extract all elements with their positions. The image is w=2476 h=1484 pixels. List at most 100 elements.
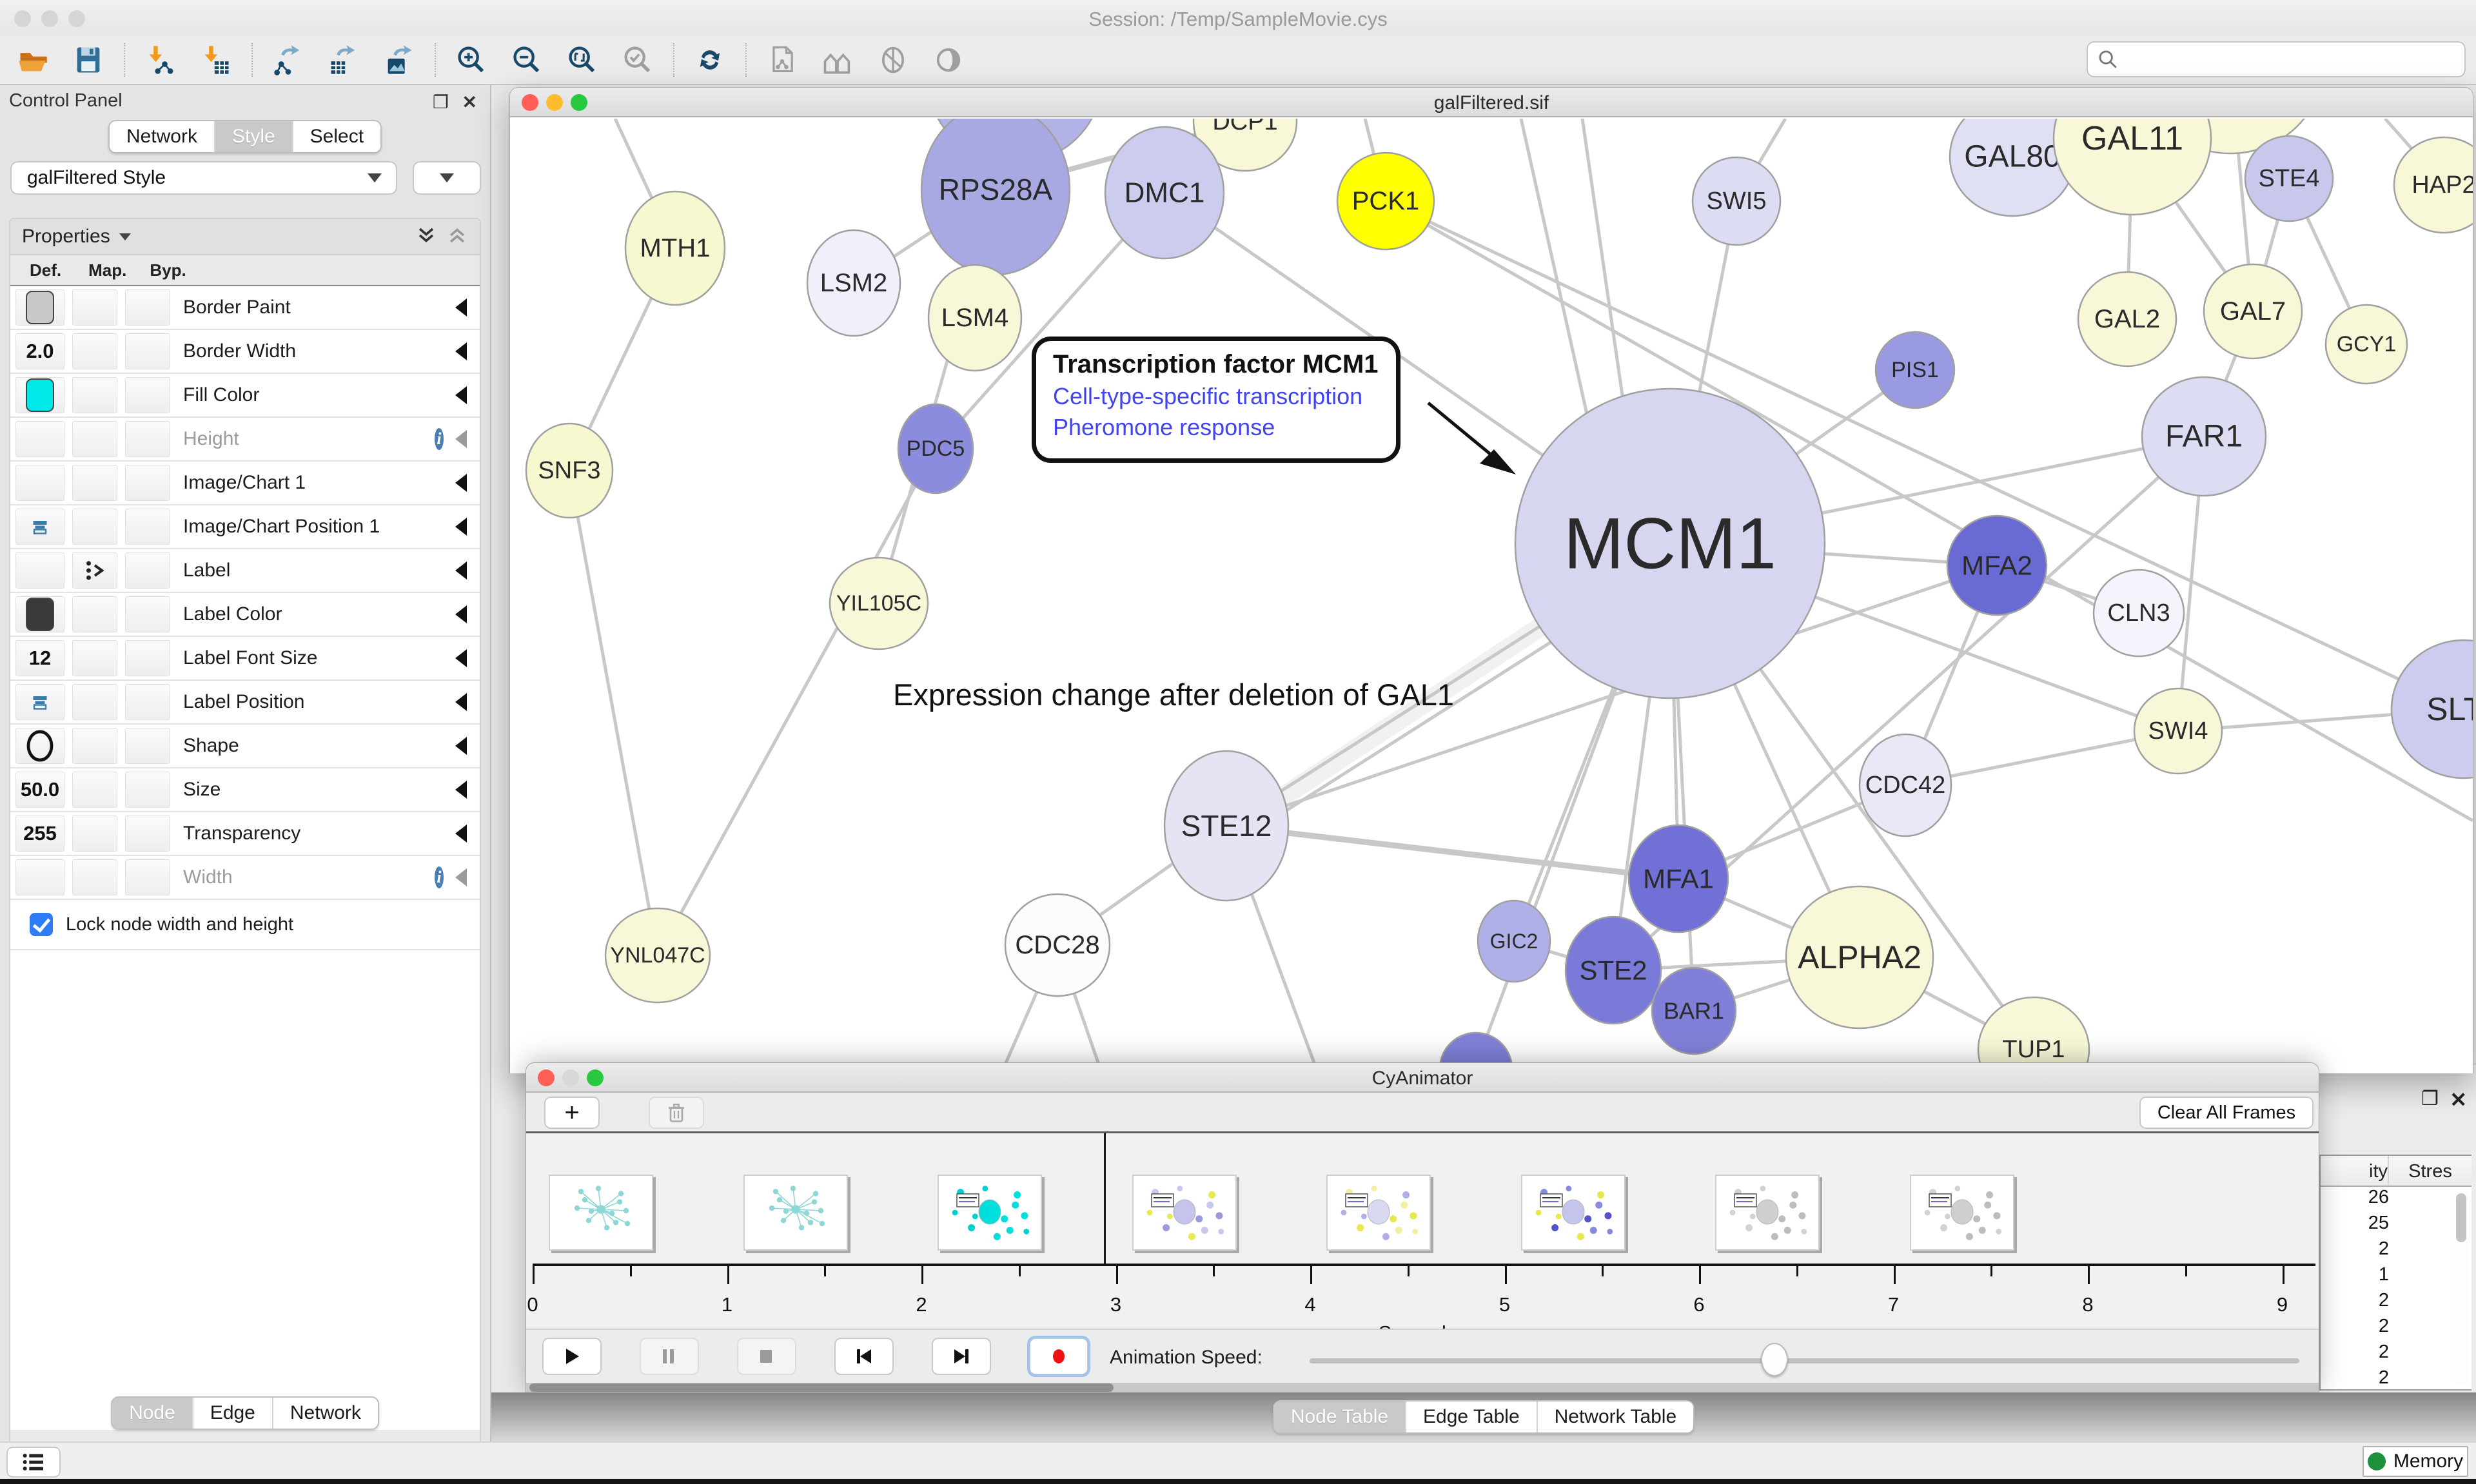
node-bar1[interactable]: BAR1 [1652, 968, 1736, 1054]
mapping-cell[interactable] [72, 509, 117, 545]
style-select-dropdown[interactable]: galFiltered Style [10, 161, 397, 195]
node-pis1[interactable]: PIS1 [1876, 332, 1954, 408]
collapse-all-icon[interactable] [446, 224, 468, 249]
property-row-image-chart-position-1[interactable]: Image/Chart Position 1 [10, 505, 480, 549]
expand-row-icon[interactable] [455, 561, 467, 580]
table-row[interactable]: 2 [2321, 1342, 2471, 1367]
frame-thumbnail-6[interactable] [1521, 1175, 1626, 1251]
delete-frame-button[interactable] [649, 1097, 704, 1129]
style-target-tab-network[interactable]: Network [272, 1398, 378, 1429]
timeline-cursor[interactable] [1104, 1133, 1106, 1264]
default-value-cell[interactable] [15, 509, 64, 545]
default-value-cell[interactable] [15, 377, 64, 413]
default-value-cell[interactable] [15, 465, 64, 501]
table-row[interactable]: 2 [2321, 1238, 2471, 1264]
zoom-selected-button[interactable] [619, 41, 656, 79]
zoom-fit-button[interactable] [564, 41, 601, 79]
node-gic2[interactable]: GIC2 [1478, 901, 1550, 982]
float-panel-icon[interactable]: ❐ [2421, 1088, 2439, 1110]
mapping-cell[interactable] [72, 772, 117, 808]
panel-selector-button[interactable] [6, 1447, 61, 1478]
table-tab-network-table[interactable]: Network Table [1537, 1401, 1694, 1432]
tab-style[interactable]: Style [214, 121, 292, 152]
bypass-cell[interactable] [125, 640, 170, 676]
bypass-cell[interactable] [125, 596, 170, 632]
import-table-button[interactable] [197, 41, 235, 79]
expand-row-icon[interactable] [455, 605, 467, 623]
pause-button[interactable] [640, 1338, 699, 1375]
property-row-size[interactable]: 50.0Size [10, 768, 480, 812]
default-value-cell[interactable] [15, 859, 64, 895]
style-options-button[interactable] [413, 161, 481, 195]
table-tab-node-table[interactable]: Node Table [1274, 1401, 1405, 1432]
node-pdc5[interactable]: PDC5 [898, 404, 973, 493]
table-scrollbar[interactable] [2455, 1191, 2468, 1384]
column-stress[interactable]: Stres [2388, 1156, 2471, 1186]
mapping-cell[interactable] [72, 289, 117, 326]
node-lsm4[interactable]: LSM4 [928, 265, 1021, 371]
property-row-border-width[interactable]: 2.0Border Width [10, 330, 480, 374]
bypass-cell[interactable] [125, 815, 170, 852]
bypass-cell[interactable] [125, 333, 170, 369]
node-gal11[interactable]: GAL11 [2054, 119, 2211, 215]
lock-checkbox[interactable] [30, 913, 53, 936]
property-row-label-font-size[interactable]: 12Label Font Size [10, 637, 480, 681]
node-yil105c[interactable]: YIL105C [830, 558, 928, 649]
table-row[interactable]: 2 [2321, 1290, 2471, 1316]
mcm1-annotation[interactable]: Transcription factor MCM1 Cell-type-spec… [1032, 337, 1400, 463]
node-alpha2[interactable]: ALPHA2 [1786, 886, 1933, 1028]
node-pck1[interactable]: PCK1 [1337, 153, 1434, 249]
record-button[interactable] [1029, 1338, 1088, 1375]
property-row-width[interactable]: Widthi [10, 856, 480, 900]
expand-row-icon[interactable] [455, 868, 467, 886]
mapping-cell[interactable] [72, 728, 117, 764]
expand-row-icon[interactable] [455, 342, 467, 360]
node-cdc28[interactable]: CDC28 [1005, 894, 1110, 996]
default-value-cell[interactable]: 12 [15, 640, 64, 676]
mapping-cell[interactable] [72, 465, 117, 501]
expand-row-icon[interactable] [455, 825, 467, 843]
mapping-cell[interactable] [72, 421, 117, 457]
animation-speed-thumb[interactable] [1761, 1343, 1788, 1376]
network-window-titlebar[interactable]: galFiltered.sif [510, 88, 2473, 117]
mapping-cell[interactable] [72, 333, 117, 369]
frame-thumbnail-8[interactable] [1910, 1175, 2014, 1251]
zoom-out-button[interactable] [508, 41, 545, 79]
default-value-cell[interactable]: 255 [15, 815, 64, 852]
property-row-label-color[interactable]: Label Color [10, 593, 480, 637]
node-gal2[interactable]: GAL2 [2078, 272, 2176, 366]
node-swi4[interactable]: SWI4 [2134, 688, 2222, 774]
export-network-button[interactable] [270, 41, 307, 79]
bypass-cell[interactable] [125, 421, 170, 457]
expand-row-icon[interactable] [455, 693, 467, 711]
default-value-cell[interactable] [15, 684, 64, 720]
mapping-cell[interactable] [72, 815, 117, 852]
frame-thumbnail-5[interactable] [1326, 1175, 1431, 1251]
bypass-cell[interactable] [125, 552, 170, 589]
default-value-cell[interactable] [15, 596, 64, 632]
default-value-cell[interactable] [15, 421, 64, 457]
mapping-cell[interactable] [72, 640, 117, 676]
expand-row-icon[interactable] [455, 298, 467, 317]
table-row[interactable]: 26 [2321, 1187, 2471, 1213]
bypass-cell[interactable] [125, 509, 170, 545]
style-target-tab-edge[interactable]: Edge [192, 1398, 272, 1429]
property-row-label[interactable]: Label [10, 549, 480, 593]
network-canvas[interactable]: DCP1PCK1RPS28ADMC1SWI5MTH1LSM2LSM4GAL80G… [510, 119, 2473, 1073]
table-row[interactable]: 1 [2321, 1264, 2471, 1290]
mapping-cell[interactable] [72, 377, 117, 413]
timeline-scrollbar[interactable] [526, 1383, 2319, 1392]
expand-row-icon[interactable] [455, 474, 467, 492]
export-image-button[interactable] [380, 41, 418, 79]
style-target-tab-node[interactable]: Node [112, 1398, 192, 1429]
bypass-cell[interactable] [125, 684, 170, 720]
bypass-cell[interactable] [125, 377, 170, 413]
node-ste12[interactable]: STE12 [1164, 751, 1288, 901]
node-slt2[interactable]: SLT2 [2392, 640, 2473, 778]
memory-button[interactable]: Memory [2363, 1446, 2468, 1477]
frame-thumbnail-3[interactable] [938, 1175, 1042, 1251]
info-icon[interactable]: i [435, 866, 444, 888]
node-cln3[interactable]: CLN3 [2094, 570, 2184, 656]
import-network-button[interactable] [142, 41, 179, 79]
tab-select[interactable]: Select [292, 121, 380, 152]
